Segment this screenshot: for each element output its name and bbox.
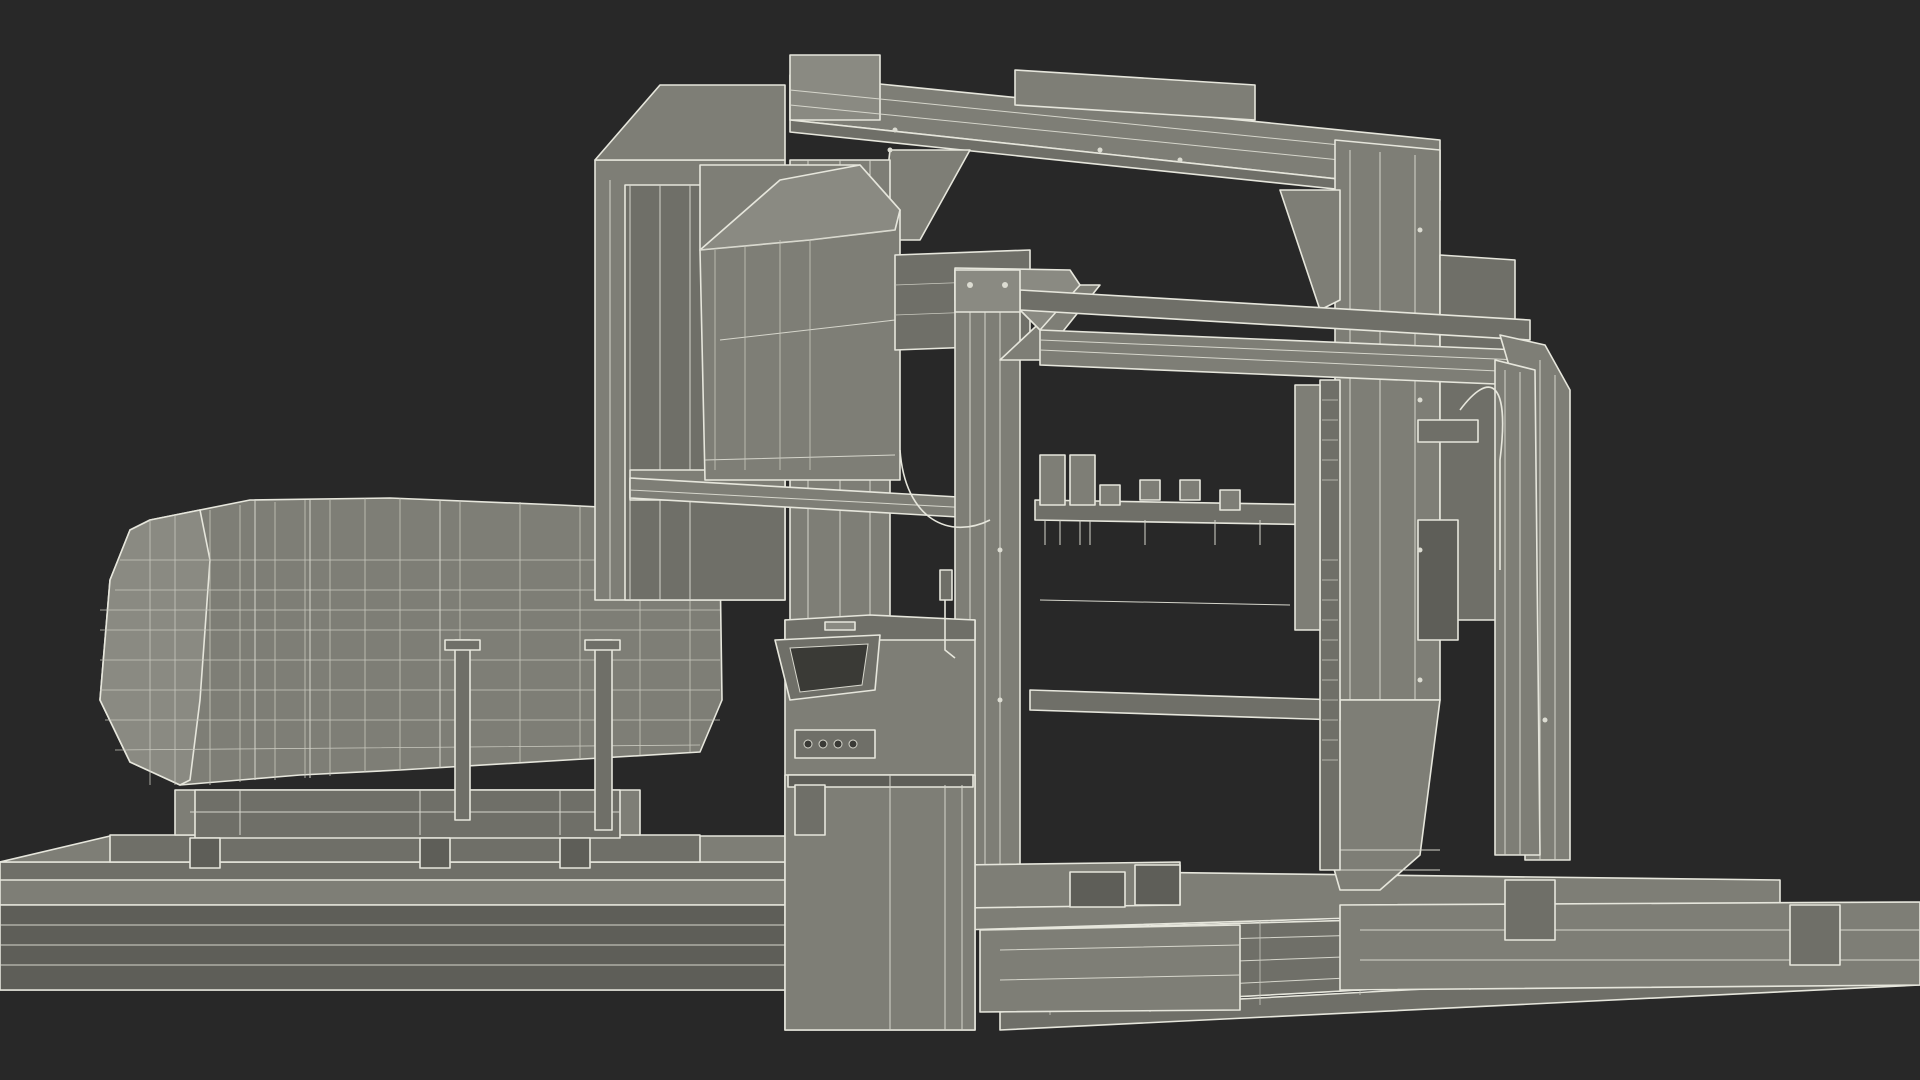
sawmill-wireframe-render [0,54,1920,1031]
viewport-3d[interactable] [0,0,1920,1080]
control-column [774,569,976,1031]
blade-guides [1034,379,1341,871]
